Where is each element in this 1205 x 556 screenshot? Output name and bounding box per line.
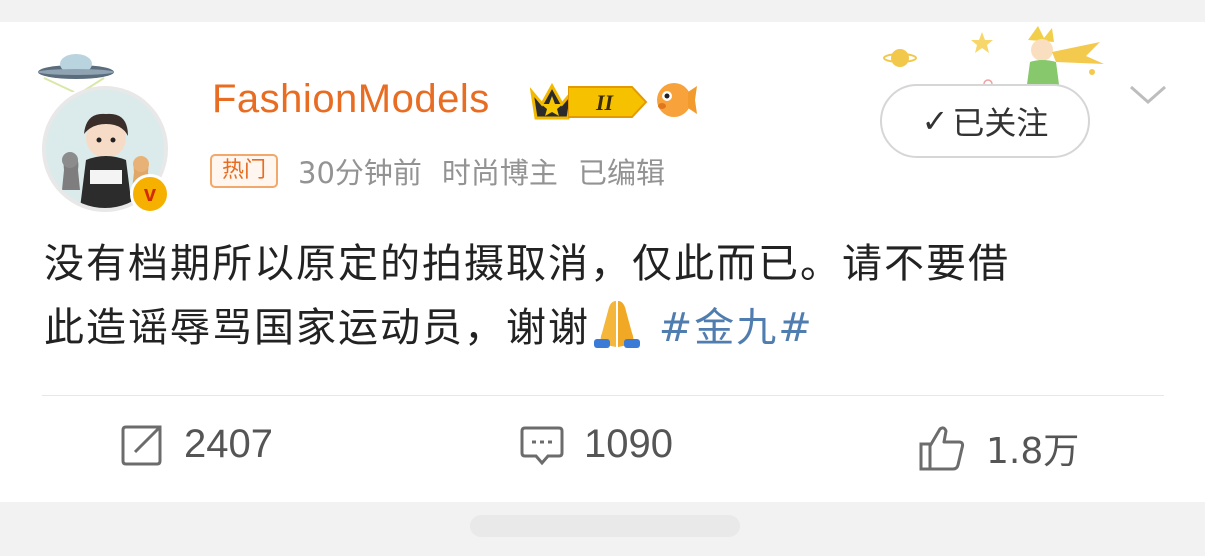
fish-icon [657, 83, 697, 117]
comment-count: 1090 [584, 422, 673, 466]
follow-label: 已关注 [952, 104, 1049, 142]
repost-count: 2407 [184, 422, 273, 466]
username[interactable]: FashionModels [212, 77, 490, 122]
like-button[interactable]: 1.8万 [918, 422, 1079, 474]
post-text-line2: 此造谣辱骂国家运动员，谢谢 [44, 305, 590, 351]
little-prince-decoration [883, 26, 1104, 92]
post-meta: 热门 30分钟前 时尚博主 已编辑 [210, 150, 665, 192]
hashtag-link[interactable]: #金九# [659, 305, 814, 351]
hot-tag: 热门 [210, 154, 279, 188]
avatar-container[interactable]: v [34, 42, 184, 217]
comment-button[interactable]: 1090 [520, 422, 673, 467]
post-time: 30分钟前 [298, 156, 422, 190]
follow-button[interactable]: ✓ 已关注 [880, 84, 1090, 158]
verified-icon: v [130, 174, 170, 214]
repost-button[interactable]: 2407 [120, 422, 273, 467]
level-badge: II [568, 86, 648, 118]
little-prince-icon [1026, 26, 1104, 92]
check-icon: ✓ [921, 102, 949, 140]
planet-icon [883, 49, 917, 67]
star-icon [971, 32, 993, 53]
post-text-line2-wrap: 此造谣辱骂国家运动员，谢谢 #金九# [44, 296, 1164, 360]
like-count: 1.8万 [986, 431, 1080, 472]
like-icon [919, 426, 965, 471]
ufo-icon [38, 54, 114, 92]
user-category: 时尚博主 [441, 156, 558, 190]
share-icon [121, 425, 162, 465]
weibo-post-card: v FashionModels II 热门 30分钟前 时尚博主 已编辑 ✓ 已… [0, 22, 1205, 502]
comment-icon [520, 426, 564, 465]
watermark-placeholder [470, 515, 740, 537]
post-content: 没有档期所以原定的拍摄取消，仅此而已。请不要借 此造谣辱骂国家运动员，谢谢 #金… [44, 232, 1164, 360]
chevron-down-icon[interactable] [1128, 82, 1168, 106]
post-text-line1: 没有档期所以原定的拍摄取消，仅此而已。请不要借 [44, 241, 1010, 287]
svg-text:II: II [595, 90, 615, 115]
edited-label[interactable]: 已编辑 [578, 150, 665, 192]
pray-emoji [594, 301, 640, 348]
divider [42, 395, 1164, 396]
